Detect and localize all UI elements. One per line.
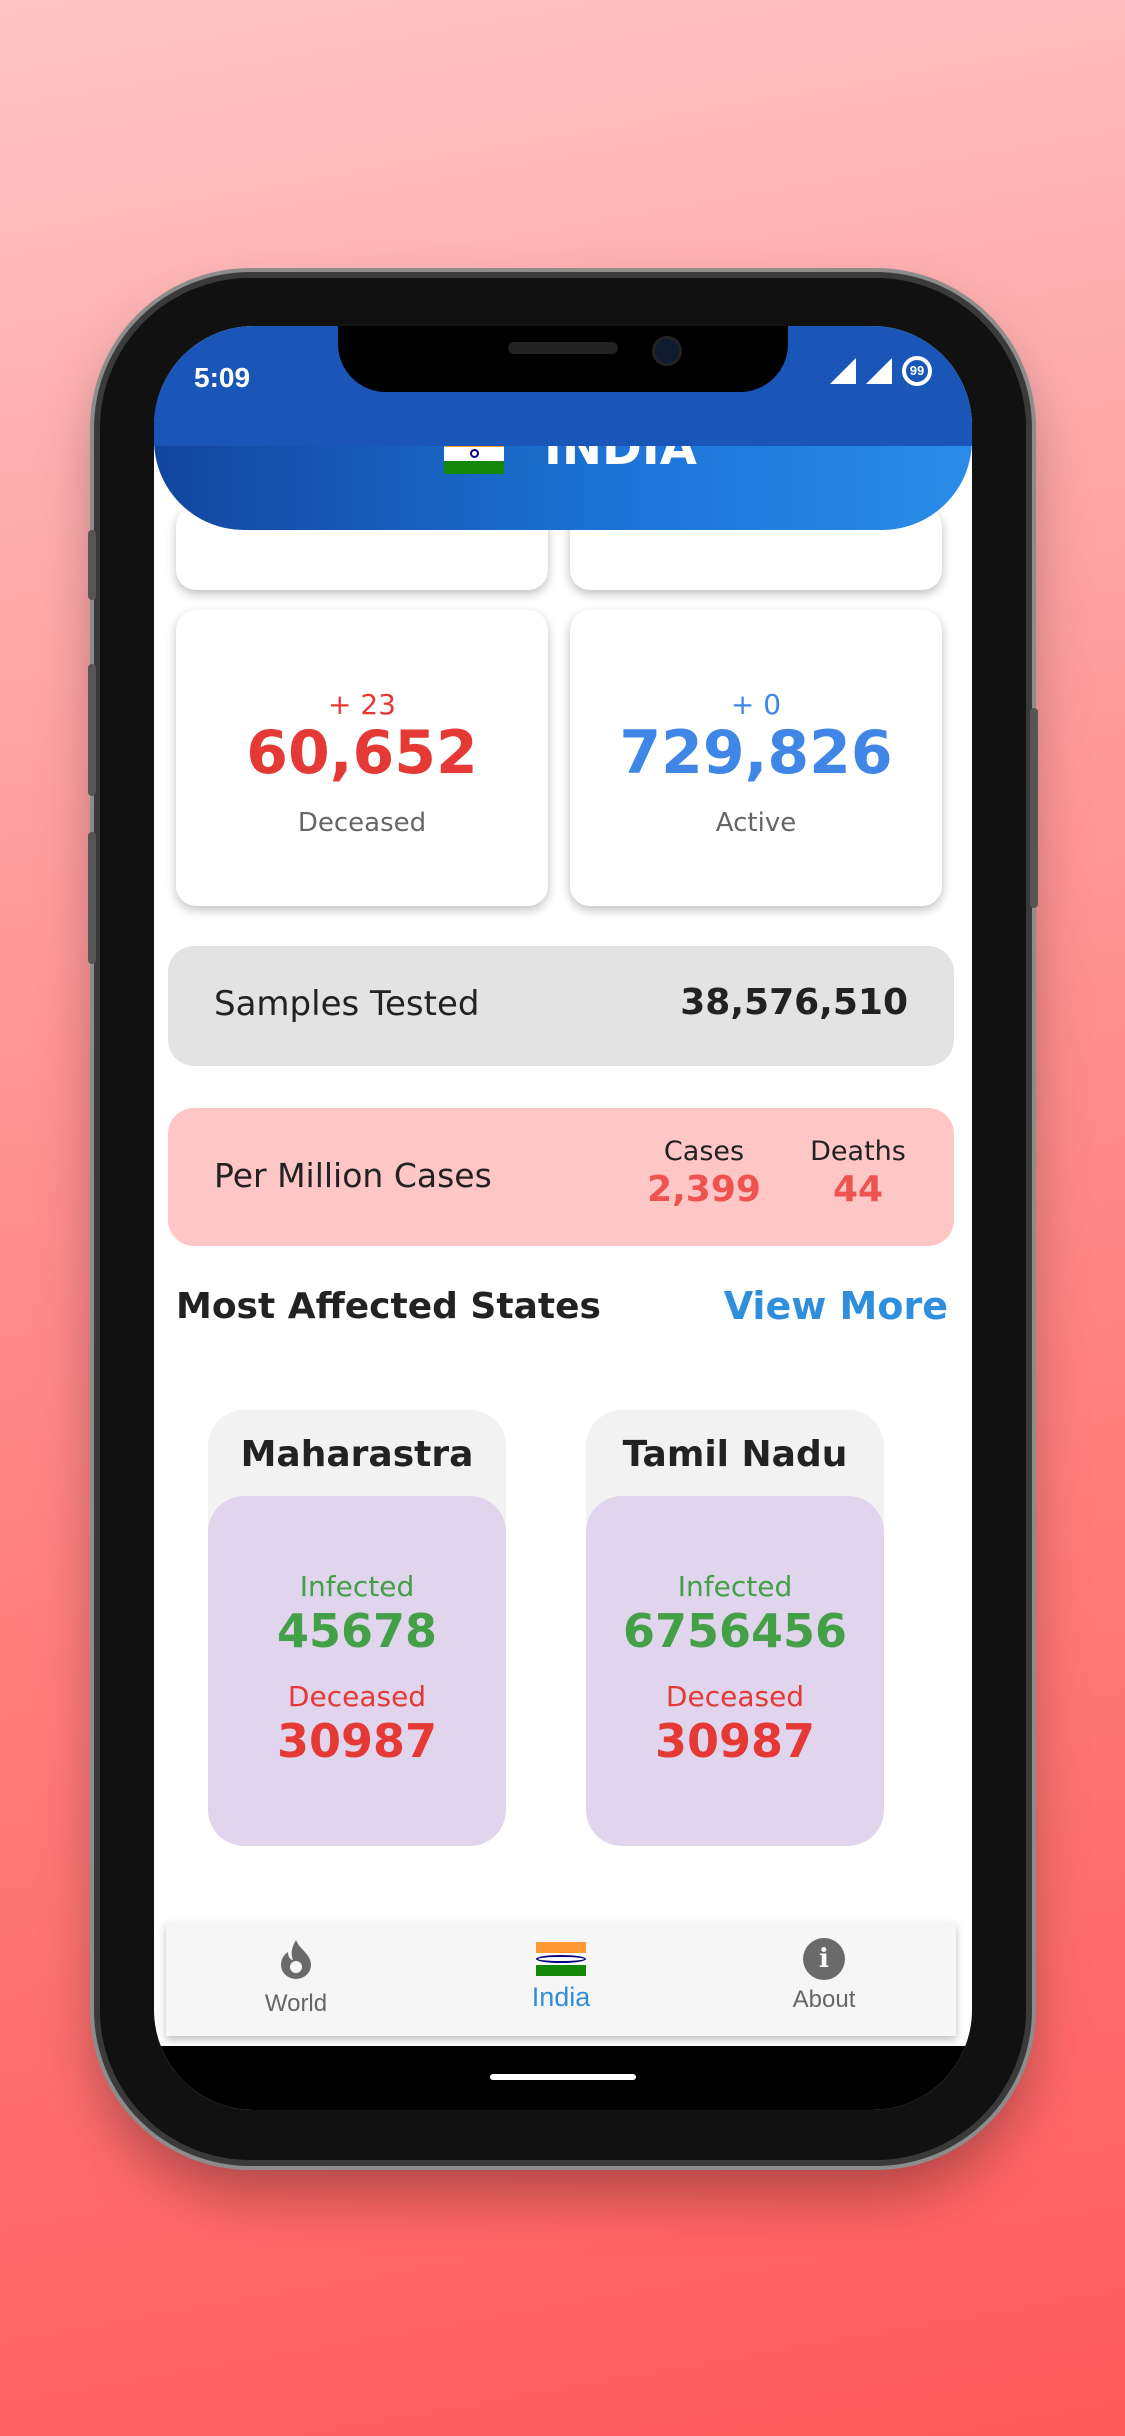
deceased-value: 30987 <box>654 1714 816 1768</box>
per-million-cases: Cases 2,399 <box>644 1136 764 1210</box>
infected-label: Infected <box>299 1570 415 1603</box>
infected-value: 6756456 <box>622 1604 848 1658</box>
notch <box>338 326 788 392</box>
front-camera <box>652 336 682 366</box>
volume-up-button <box>88 664 96 796</box>
infected-value: 45678 <box>276 1604 438 1658</box>
active-card: + 0 729,826 Active <box>570 610 942 906</box>
status-icons: 99 <box>830 356 932 386</box>
scroll-content[interactable]: + 23 60,652 Deceased + 0 729,826 Active … <box>154 326 972 2110</box>
mute-switch <box>88 530 96 600</box>
nav-label: World <box>264 1990 328 2017</box>
status-time: 5:09 <box>194 362 251 393</box>
active-count: 729,826 <box>619 718 893 788</box>
nav-label: About <box>792 1986 856 2013</box>
active-delta: + 0 <box>730 688 782 721</box>
state-name: Maharastra <box>240 1434 474 1475</box>
per-million-cases-label: Cases <box>663 1136 745 1167</box>
state-stats-panel: Infected 45678 Deceased 30987 <box>208 1496 506 1846</box>
per-million-label: Per Million Cases <box>214 1156 492 1195</box>
state-card[interactable]: Tamil Nadu Infected 6756456 Deceased 309… <box>586 1410 884 1846</box>
battery-icon: 99 <box>902 356 932 386</box>
per-million-deaths-label: Deaths <box>810 1136 906 1167</box>
samples-tested-label: Samples Tested <box>214 984 480 1024</box>
per-million-cases-value: 2,399 <box>647 1169 761 1210</box>
info-icon: i <box>803 1938 845 1980</box>
per-million-deaths: Deaths 44 <box>798 1136 918 1210</box>
samples-tested-card: Samples Tested 38,576,510 <box>168 946 954 1066</box>
nav-item-about[interactable]: i About <box>724 1938 924 2014</box>
nav-label: India <box>531 1982 591 2012</box>
deceased-card: + 23 60,652 Deceased <box>176 610 548 906</box>
active-label: Active <box>715 808 797 838</box>
samples-tested-value: 38,576,510 <box>680 982 908 1023</box>
state-card[interactable]: Maharastra Infected 45678 Deceased 30987 <box>208 1410 506 1846</box>
most-affected-title: Most Affected States <box>176 1286 601 1327</box>
bottom-nav: World India i About <box>166 1922 956 2036</box>
fire-icon <box>281 1940 311 1979</box>
signal-icon <box>830 358 856 384</box>
nav-item-india[interactable]: India <box>461 1938 661 2013</box>
volume-down-button <box>88 832 96 964</box>
nav-item-world[interactable]: World <box>196 1938 396 2018</box>
deceased-label: Deceased <box>287 1680 427 1713</box>
home-indicator-area <box>154 2046 972 2110</box>
per-million-card: Per Million Cases Cases 2,399 Deaths 44 <box>168 1108 954 1246</box>
home-indicator[interactable] <box>490 2074 636 2080</box>
india-flag-icon <box>536 1942 586 1976</box>
phone-frame: + 23 60,652 Deceased + 0 729,826 Active … <box>88 278 1038 2160</box>
speaker-grille <box>508 342 618 354</box>
infected-label: Infected <box>677 1570 793 1603</box>
phone-screen: + 23 60,652 Deceased + 0 729,826 Active … <box>154 326 972 2110</box>
deceased-label: Deceased <box>665 1680 805 1713</box>
deceased-count: 60,652 <box>246 718 478 788</box>
per-million-deaths-value: 44 <box>832 1169 884 1210</box>
deceased-delta: + 23 <box>328 688 396 721</box>
state-name: Tamil Nadu <box>622 1434 848 1475</box>
deceased-value: 30987 <box>276 1714 438 1768</box>
deceased-label: Deceased <box>297 808 427 838</box>
power-button <box>1030 708 1038 908</box>
state-stats-panel: Infected 6756456 Deceased 30987 <box>586 1496 884 1846</box>
signal-icon <box>866 358 892 384</box>
view-more-link[interactable]: View More <box>724 1284 948 1328</box>
